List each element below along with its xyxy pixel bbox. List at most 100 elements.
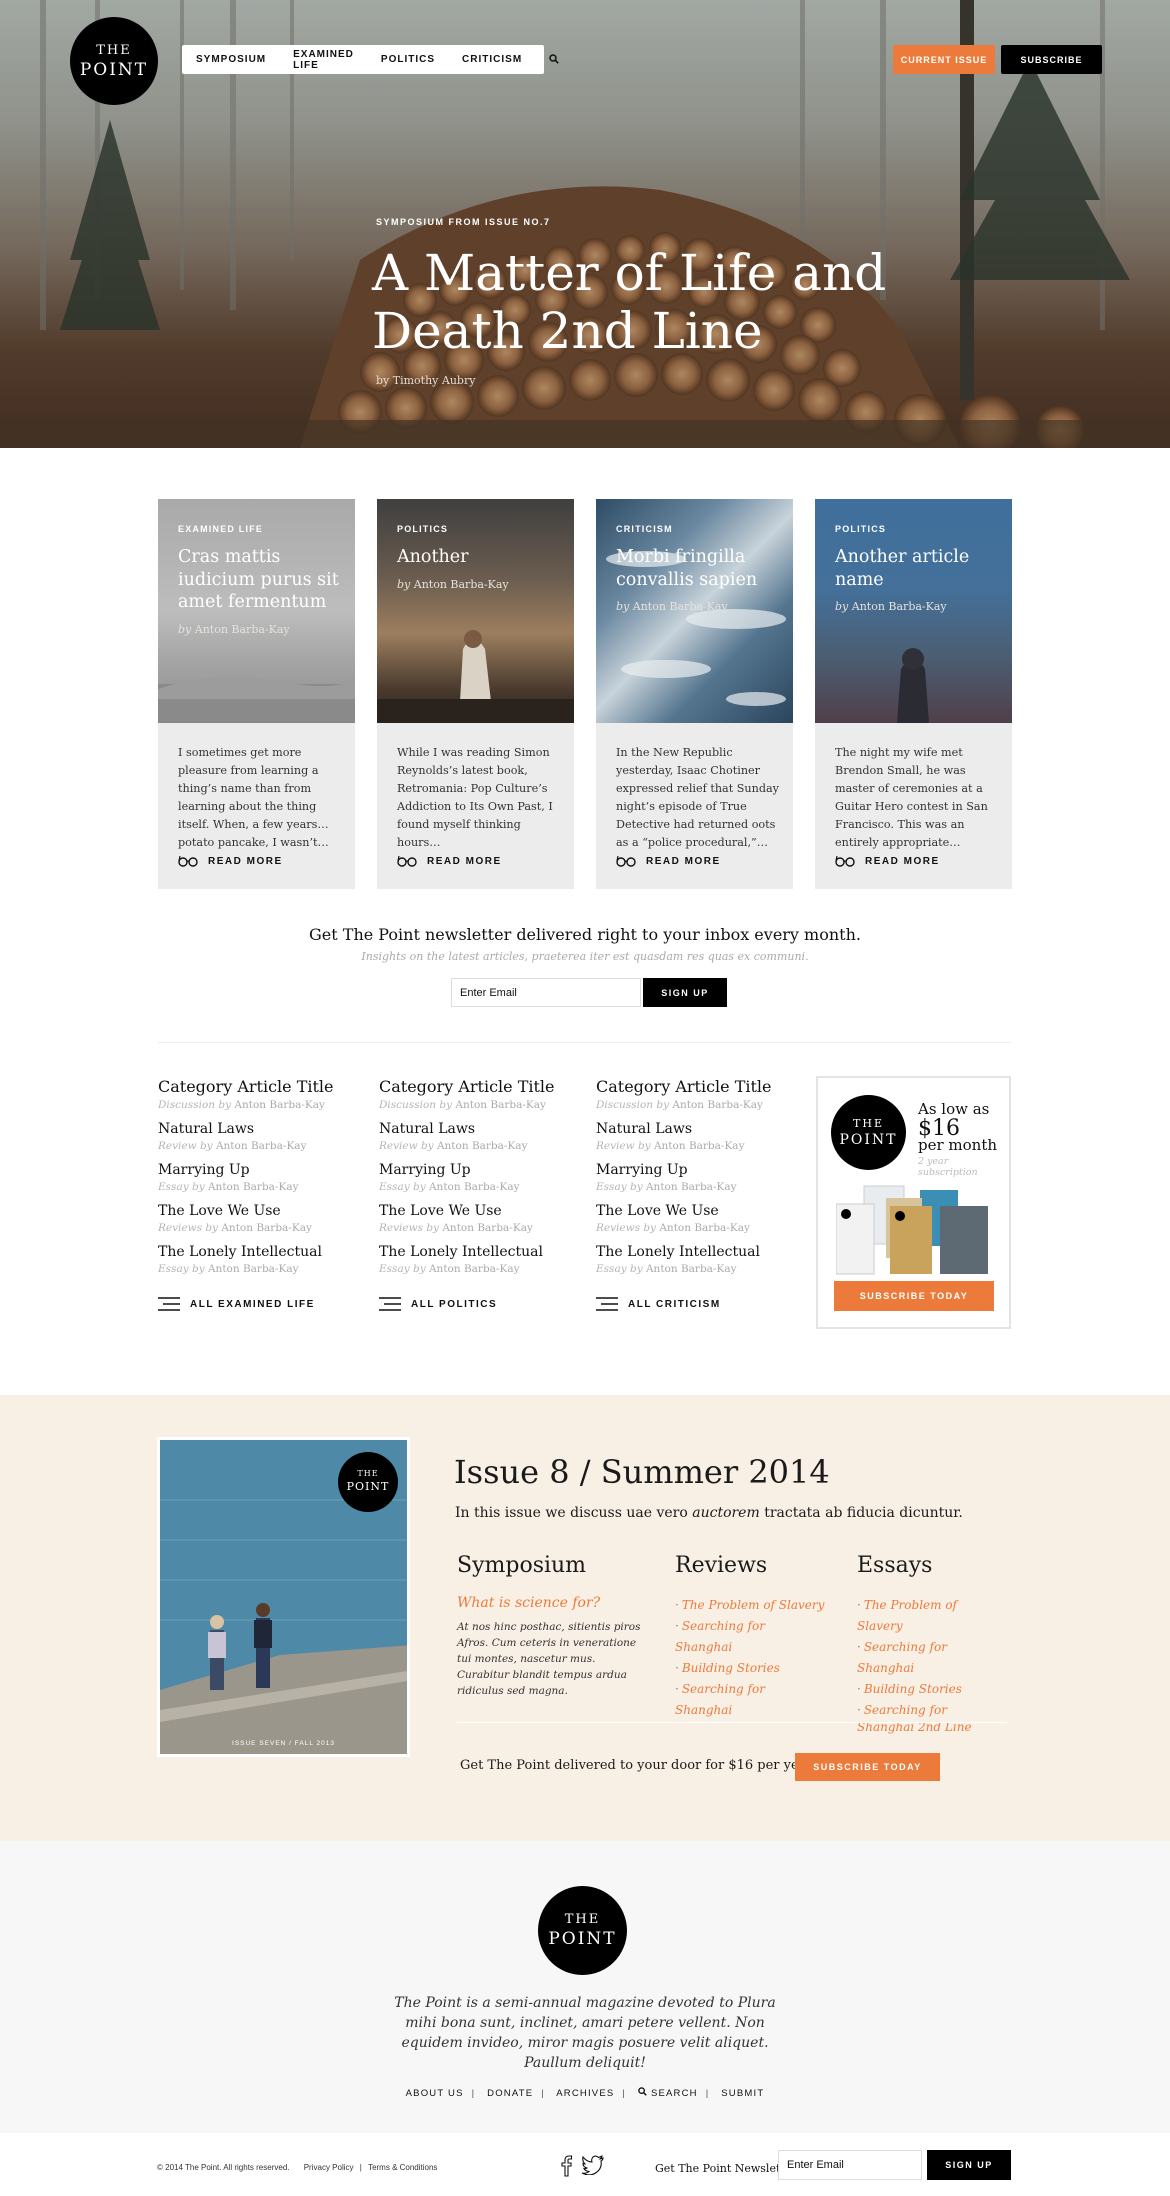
footer-newsletter-label: Get The Point Newsletter — [655, 2162, 797, 2175]
category-column: Category Article Title Discussion by Ant… — [379, 1077, 579, 1311]
logo-line-1: THE — [357, 1469, 379, 1478]
current-issue-section: THE POINT ISSUE SEVEN / FALL 2013 Issue … — [0, 1395, 1170, 1841]
footer-link-about[interactable]: ABOUT US — [406, 2088, 464, 2099]
terms-link[interactable]: Terms & Conditions — [368, 2163, 437, 2172]
newsletter-title: Get The Point newsletter delivered right… — [309, 925, 861, 944]
read-more-label: READ MORE — [646, 855, 721, 867]
newsletter-email-input[interactable] — [451, 978, 641, 1007]
read-more-label: READ MORE — [208, 855, 283, 867]
logo-line-1: THE — [96, 43, 132, 58]
article-link[interactable]: Marrying Up — [596, 1162, 796, 1178]
hero-byline: by Timothy Aubry — [376, 374, 476, 387]
read-more-label: READ MORE — [865, 855, 940, 867]
hero-title[interactable]: A Matter of Life and Death 2nd Line — [372, 244, 892, 360]
essay-link[interactable]: · Searching for Shanghai 2nd Line — [857, 1700, 997, 1736]
main-nav: SYMPOSIUM EXAMINED LIFE POLITICS CRITICI… — [182, 45, 559, 74]
issue-cover[interactable]: THE POINT ISSUE SEVEN / FALL 2013 — [157, 1437, 410, 1757]
review-link[interactable]: · The Problem of Slavery — [675, 1595, 825, 1616]
footer: THE POINT The Point is a semi-annual mag… — [0, 1841, 1170, 2133]
article-link[interactable]: Natural Laws — [596, 1121, 796, 1137]
read-more-link[interactable]: READ MORE — [835, 855, 940, 867]
card-excerpt: While I was reading Simon Reynolds’s lat… — [397, 746, 553, 849]
category-heading[interactable]: Category Article Title — [158, 1077, 358, 1096]
reviews-heading: Reviews — [675, 1553, 768, 1578]
card-title[interactable]: Morbi fringilla convallis sapien by Anto… — [616, 546, 781, 619]
article-card[interactable]: POLITICS Another by Anton Barba-Kay Whil… — [377, 499, 574, 889]
read-more-link[interactable]: READ MORE — [178, 855, 283, 867]
footer-link-search[interactable]: SEARCH — [638, 2087, 698, 2099]
article-link[interactable]: Natural Laws — [158, 1121, 358, 1137]
article-link[interactable]: Marrying Up — [379, 1162, 579, 1178]
category-heading[interactable]: Category Article Title — [596, 1077, 796, 1096]
read-more-link[interactable]: READ MORE — [397, 855, 502, 867]
article-link[interactable]: The Lonely Intellectual — [158, 1244, 358, 1260]
nav-item-politics[interactable]: POLITICS — [381, 54, 435, 65]
essay-link[interactable]: · Searching for Shanghai — [857, 1637, 997, 1679]
logo-line-1: THE — [564, 1912, 601, 1927]
article-link[interactable]: The Love We Use — [596, 1203, 796, 1219]
footer-link-donate[interactable]: DONATE — [487, 2088, 533, 2099]
all-link-label: ALL CRITICISM — [628, 1298, 721, 1310]
read-more-link[interactable]: READ MORE — [616, 855, 721, 867]
symposium-heading: Symposium — [457, 1553, 587, 1578]
article-card[interactable]: EXAMINED LIFE Cras mattis iudicium purus… — [158, 499, 355, 889]
article-meta: Discussion by Anton Barba-Kay — [158, 1099, 325, 1111]
nav-item-examined-life[interactable]: EXAMINED LIFE — [293, 49, 354, 71]
review-link[interactable]: · Searching for Shanghai — [675, 1679, 825, 1721]
current-issue-button[interactable]: CURRENT ISSUE — [893, 45, 995, 74]
all-examined-life-link[interactable]: ALL EXAMINED LIFE — [158, 1297, 315, 1311]
card-category: CRITICISM — [616, 524, 673, 534]
card-title[interactable]: Cras mattis iudicium purus sit amet ferm… — [178, 546, 343, 641]
logo-line-2: POINT — [839, 1132, 898, 1148]
search-icon — [638, 2087, 647, 2096]
essay-link[interactable]: · Building Stories — [857, 1679, 997, 1700]
search-icon[interactable] — [549, 53, 559, 67]
all-link-label: ALL EXAMINED LIFE — [190, 1298, 315, 1310]
article-link[interactable]: Marrying Up — [158, 1162, 358, 1178]
newsletter-signup-button[interactable]: SIGN UP — [643, 978, 727, 1007]
footer-link-archives[interactable]: ARCHIVES — [556, 2088, 614, 2099]
review-link[interactable]: · Searching for Shanghai — [675, 1616, 825, 1658]
article-meta: Reviews by Anton Barba-Kay — [379, 1222, 533, 1234]
article-meta: Essay by Anton Barba-Kay — [158, 1181, 299, 1193]
article-card[interactable]: CRITICISM Morbi fringilla convallis sapi… — [596, 499, 793, 889]
promo-logo: THE POINT — [831, 1095, 906, 1170]
all-link-label: ALL POLITICS — [411, 1298, 498, 1310]
article-link[interactable]: The Love We Use — [379, 1203, 579, 1219]
article-link[interactable]: The Lonely Intellectual — [596, 1244, 796, 1260]
nav-item-criticism[interactable]: CRITICISM — [462, 54, 522, 65]
bottom-bar: © 2014 The Point. All rights reserved. P… — [0, 2133, 1170, 2196]
article-link[interactable]: The Love We Use — [158, 1203, 358, 1219]
nav-item-symposium[interactable]: SYMPOSIUM — [196, 54, 266, 65]
all-criticism-link[interactable]: ALL CRITICISM — [596, 1297, 721, 1311]
list-menu-icon — [158, 1297, 180, 1311]
review-link[interactable]: · Building Stories — [675, 1658, 825, 1679]
subscribe-button[interactable]: SUBSCRIBE — [1001, 45, 1102, 74]
promo-subscribe-button[interactable]: SUBSCRIBE TODAY — [834, 1281, 994, 1311]
footer-signup-button[interactable]: SIGN UP — [927, 2150, 1011, 2180]
footer-link-submit[interactable]: SUBMIT — [721, 2088, 764, 2099]
category-heading[interactable]: Category Article Title — [379, 1077, 579, 1096]
card-category: POLITICS — [397, 524, 449, 534]
footer-email-input[interactable] — [778, 2150, 922, 2180]
essay-link[interactable]: · The Problem of Slavery — [857, 1595, 997, 1637]
article-link[interactable]: Natural Laws — [379, 1121, 579, 1137]
article-meta: Reviews by Anton Barba-Kay — [596, 1222, 750, 1234]
footer-logo[interactable]: THE POINT — [538, 1886, 627, 1975]
issue-subscribe-button[interactable]: SUBSCRIBE TODAY — [795, 1753, 940, 1781]
card-title[interactable]: Another article name by Anton Barba-Kay — [835, 546, 1000, 619]
all-politics-link[interactable]: ALL POLITICS — [379, 1297, 497, 1311]
article-link[interactable]: The Lonely Intellectual — [379, 1244, 579, 1260]
card-title[interactable]: Another by Anton Barba-Kay — [397, 546, 562, 596]
essays-list: · The Problem of Slavery · Searching for S… — [857, 1595, 997, 1736]
magazine-stack-image — [836, 1185, 988, 1275]
issue-divider — [457, 1722, 1007, 1723]
article-meta: Discussion by Anton Barba-Kay — [596, 1099, 763, 1111]
twitter-icon[interactable] — [581, 2155, 605, 2175]
privacy-policy-link[interactable]: Privacy Policy — [304, 2163, 354, 2172]
site-logo[interactable]: THE POINT — [70, 17, 158, 105]
facebook-icon[interactable] — [561, 2155, 573, 2177]
issue-title: Issue 8 / Summer 2014 — [454, 1453, 830, 1491]
symposium-question-link[interactable]: What is science for? — [457, 1595, 600, 1611]
article-card[interactable]: POLITICS Another article name by Anton B… — [815, 499, 1012, 889]
